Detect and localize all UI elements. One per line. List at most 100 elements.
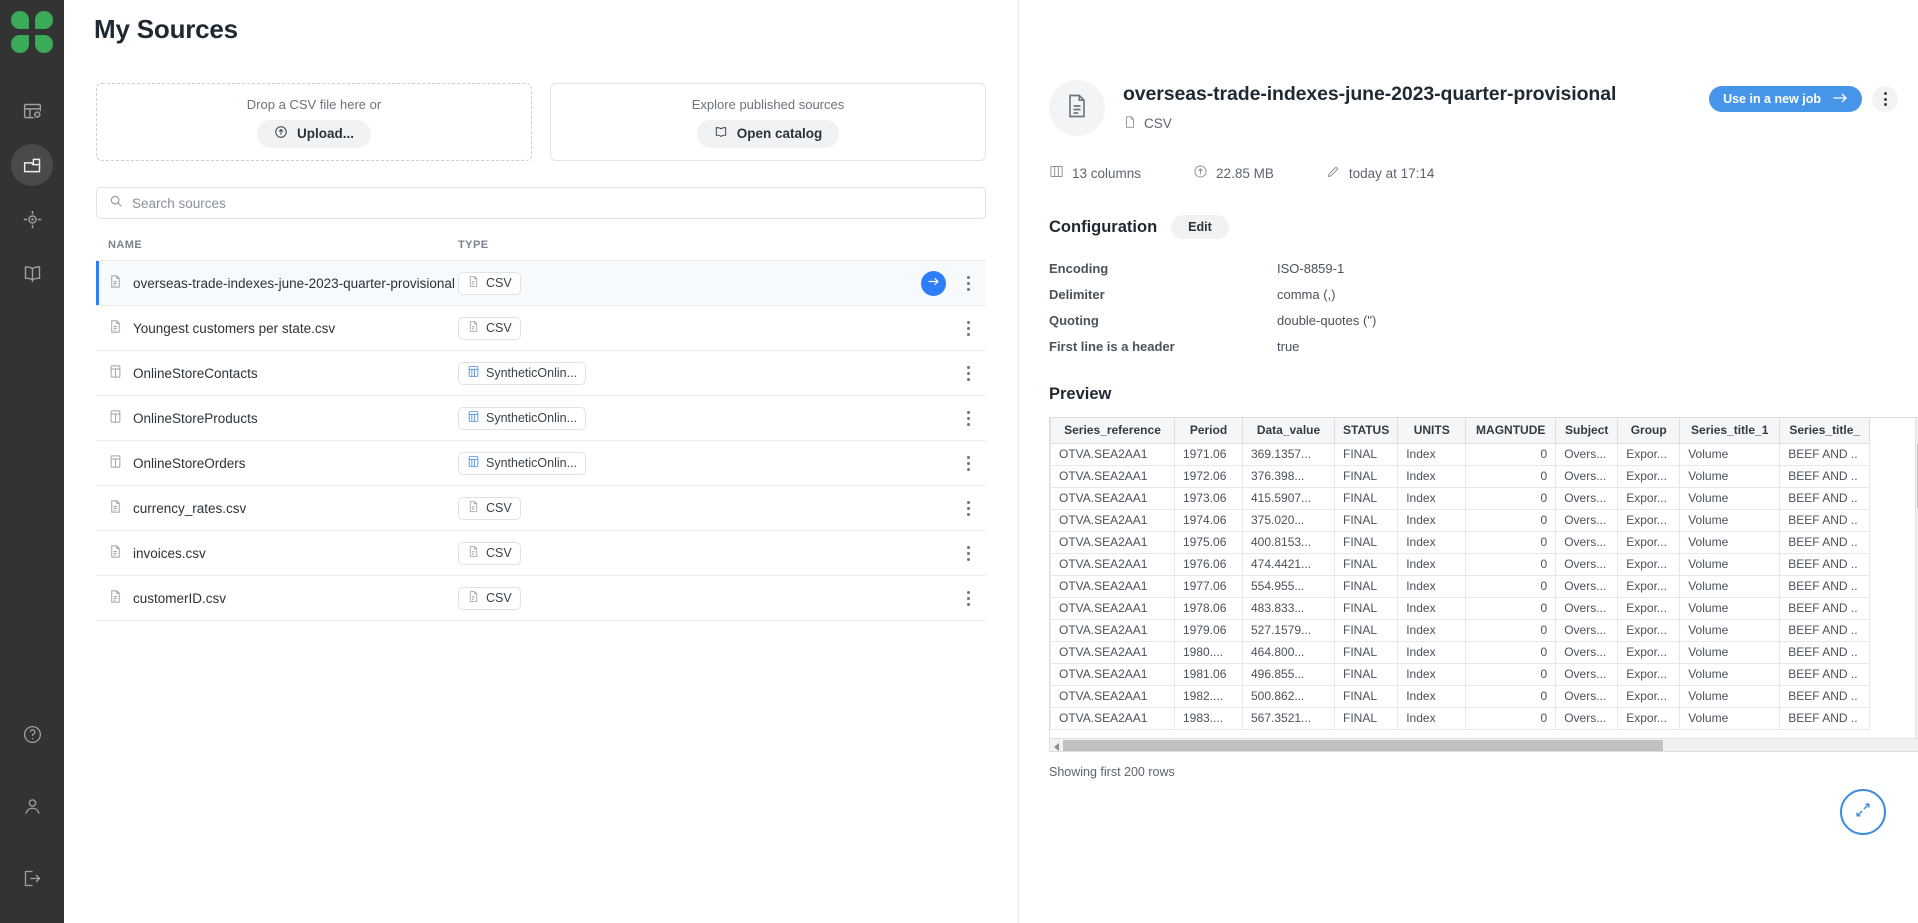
type-badge-label: CSV xyxy=(486,546,512,560)
preview-cell: Expor... xyxy=(1617,706,1681,730)
table-row[interactable]: overseas-trade-indexes-june-2023-quarter… xyxy=(96,261,986,306)
preview-cell: BEEF AND .. xyxy=(1779,552,1871,576)
row-more-menu-button[interactable] xyxy=(960,454,976,472)
expand-icon xyxy=(1853,800,1873,825)
row-more-menu-button[interactable] xyxy=(960,364,976,382)
preview-cell: 567.3521... xyxy=(1242,706,1335,730)
search-box[interactable] xyxy=(96,187,986,219)
preview-row: OTVA.SEA2AA1 1972.06 376.398... FINAL Index 0… xyxy=(1050,464,1871,488)
row-name-cell: Youngest customers per state.csv xyxy=(108,319,458,337)
preview-column-header[interactable]: Series_reference xyxy=(1050,418,1175,444)
row-actions xyxy=(960,499,986,517)
preview-column-header[interactable]: Series_title_1 xyxy=(1679,418,1781,444)
table-row[interactable]: Youngest customers per state.csv CSV xyxy=(96,306,986,351)
preview-cell: 415.5907... xyxy=(1242,486,1335,510)
action-cards: Drop a CSV file here or Upload... Explor… xyxy=(64,45,1018,161)
catalog-card-caption: Explore published sources xyxy=(691,96,845,112)
preview-cell: FINAL xyxy=(1333,508,1399,532)
column-header-type: TYPE xyxy=(458,239,489,251)
csv-file-icon xyxy=(467,320,480,336)
table-row[interactable]: OnlineStoreContacts SyntheticOnlin... xyxy=(96,351,986,396)
configuration-row: First line is a header true xyxy=(1049,333,1918,359)
detail-format-label: CSV xyxy=(1144,116,1172,131)
row-type-cell: SyntheticOnlin... xyxy=(458,406,960,430)
row-more-menu-button[interactable] xyxy=(960,319,976,337)
row-name-cell: OnlineStoreContacts xyxy=(108,364,458,382)
preview-cell: 474.4421... xyxy=(1242,552,1335,576)
app-logo[interactable] xyxy=(6,6,58,58)
row-more-menu-button[interactable] xyxy=(960,409,976,427)
search-input[interactable] xyxy=(132,195,973,211)
horizontal-scroll-thumb[interactable] xyxy=(1063,740,1663,751)
row-type-cell: CSV xyxy=(458,541,960,565)
table-row[interactable]: customerID.csv CSV xyxy=(96,576,986,621)
preview-cell: Index xyxy=(1397,530,1467,554)
open-catalog-button[interactable]: Open catalog xyxy=(696,119,840,148)
preview-cell: 1976.06 xyxy=(1174,552,1243,576)
preview-row: OTVA.SEA2AA1 1978.06 483.833... FINAL Index 0… xyxy=(1050,596,1871,620)
page-title: overseas-trade-indexes-june-2023-quarter… xyxy=(1123,83,1617,105)
edit-configuration-button[interactable]: Edit xyxy=(1171,215,1229,239)
preview-table-body: OTVA.SEA2AA1 1971.06 369.1357... FINAL Index… xyxy=(1050,442,1871,730)
configuration-title: Configuration xyxy=(1049,217,1158,236)
preview-table-container: Series_reference Period Data_value STATUS UN… xyxy=(1049,417,1918,752)
preview-cell: Volume xyxy=(1679,706,1781,730)
preview-cell: FINAL xyxy=(1333,618,1399,642)
row-actions xyxy=(960,589,986,607)
preview-cell: Index xyxy=(1397,640,1467,664)
sidebar-item-datasets[interactable] xyxy=(11,90,53,132)
scroll-left-icon[interactable] xyxy=(1054,742,1059,751)
preview-column-header[interactable]: UNITS xyxy=(1397,418,1467,444)
row-type-cell: CSV xyxy=(458,586,960,610)
type-badge-label: CSV xyxy=(486,501,512,515)
preview-cell: 0 xyxy=(1465,596,1557,620)
table-row[interactable]: currency_rates.csv CSV xyxy=(96,486,986,531)
use-in-new-job-button[interactable]: Use in a new job xyxy=(1709,86,1862,112)
row-more-menu-button[interactable] xyxy=(960,499,976,517)
detail-more-menu-button[interactable] xyxy=(1872,86,1898,112)
csv-drop-zone[interactable]: Drop a CSV file here or Upload... xyxy=(96,83,532,161)
row-actions xyxy=(960,544,986,562)
open-source-button[interactable] xyxy=(921,270,946,296)
row-actions xyxy=(960,364,986,382)
row-name-label: Youngest customers per state.csv xyxy=(133,320,336,336)
preview-column-header[interactable]: Series_title_ xyxy=(1779,418,1871,444)
table-row[interactable]: invoices.csv CSV xyxy=(96,531,986,576)
preview-cell: 500.862... xyxy=(1242,684,1335,708)
preview-column-header[interactable]: MAGNTUDE xyxy=(1465,418,1557,444)
table-row[interactable]: OnlineStoreOrders SyntheticOnlin... xyxy=(96,441,986,486)
type-badge-label: SyntheticOnlin... xyxy=(486,456,578,470)
configuration-section: Configuration Edit Encoding ISO-8859-1 Del… xyxy=(1019,182,1918,359)
configuration-key: Quoting xyxy=(1049,312,1099,328)
row-more-menu-button[interactable] xyxy=(960,589,976,607)
csv-file-icon xyxy=(467,275,480,291)
preview-cell: Index xyxy=(1397,706,1467,730)
preview-column-header[interactable]: Data_value xyxy=(1242,418,1335,444)
table-row[interactable]: OnlineStoreProducts SyntheticOnlin... xyxy=(96,396,986,441)
sidebar-item-logout[interactable] xyxy=(11,857,53,899)
preview-cell: FINAL xyxy=(1333,552,1399,576)
preview-row: OTVA.SEA2AA1 1977.06 554.955... FINAL Index 0… xyxy=(1050,574,1871,598)
preview-column-header[interactable]: Group xyxy=(1617,418,1681,444)
expand-preview-button[interactable] xyxy=(1840,789,1886,835)
csv-file-icon xyxy=(108,589,123,607)
sidebar-item-help[interactable] xyxy=(11,713,53,755)
preview-column-header[interactable]: STATUS xyxy=(1333,418,1399,444)
row-actions xyxy=(960,409,986,427)
preview-column-header[interactable]: Period xyxy=(1174,418,1243,444)
row-more-menu-button[interactable] xyxy=(960,544,976,562)
row-name-label: overseas-trade-indexes-june-2023-quarter… xyxy=(133,275,455,291)
sidebar-item-targets[interactable] xyxy=(11,198,53,240)
upload-button[interactable]: Upload... xyxy=(257,119,371,148)
preview-column-header[interactable]: Subject xyxy=(1555,418,1619,444)
preview-cell: Index xyxy=(1397,684,1467,708)
preview-cell: OTVA.SEA2AA1 xyxy=(1050,706,1175,730)
preview-cell: 1972.06 xyxy=(1174,464,1243,488)
sidebar-item-catalog[interactable] xyxy=(11,252,53,294)
preview-horizontal-scrollbar[interactable] xyxy=(1050,738,1918,751)
csv-file-icon xyxy=(467,590,480,606)
row-more-menu-button[interactable] xyxy=(960,274,976,292)
sidebar-item-account[interactable] xyxy=(11,785,53,827)
row-actions xyxy=(960,319,986,337)
sidebar-item-sources[interactable] xyxy=(11,144,53,186)
